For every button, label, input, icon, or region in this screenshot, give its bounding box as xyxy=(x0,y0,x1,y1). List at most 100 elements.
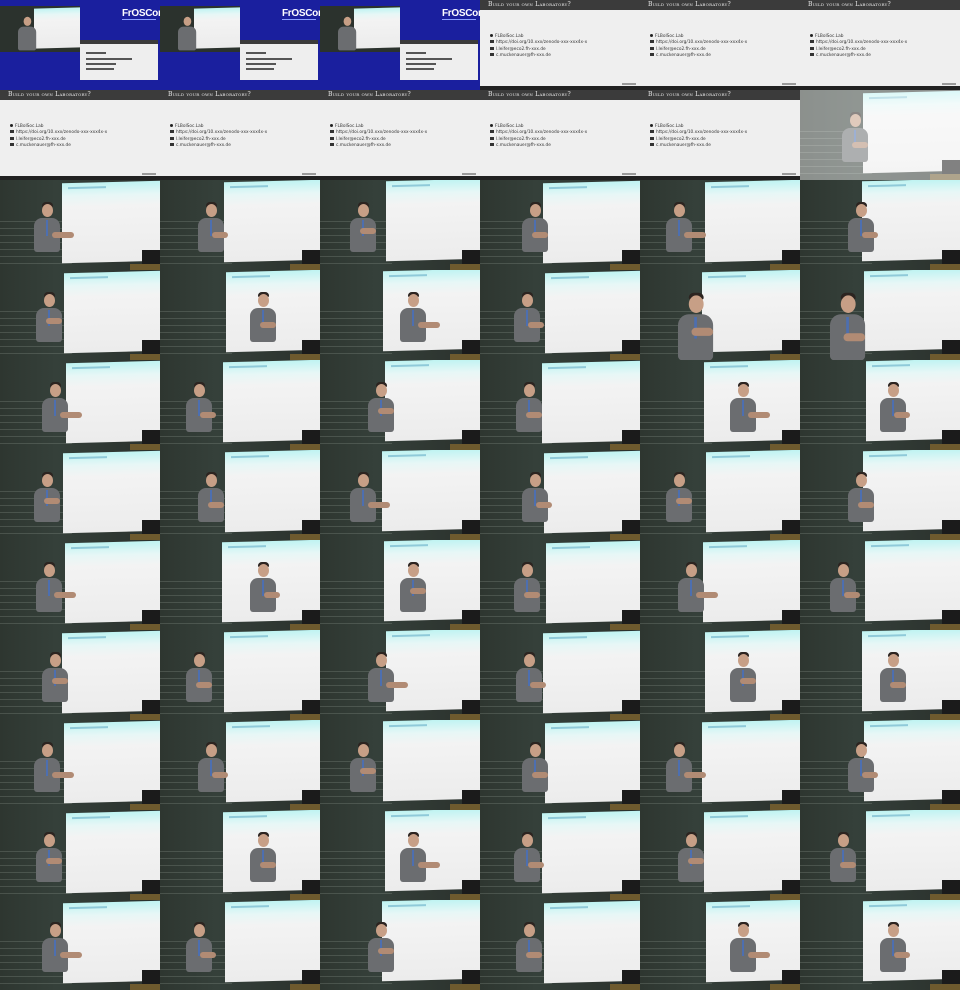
screen-url-text xyxy=(230,635,268,639)
speaker-head xyxy=(42,204,53,217)
speaker-lanyard xyxy=(46,760,48,776)
slide-bullet-item: c.muckenauer@fh-xxx.de xyxy=(490,52,587,59)
link-icon xyxy=(650,136,654,140)
chalkboard xyxy=(160,846,232,900)
conference-logo: FrOSCon xyxy=(442,8,480,20)
link-icon xyxy=(330,142,334,146)
speaker-arm xyxy=(260,862,276,868)
slide-page-number xyxy=(782,83,796,85)
speaker-arm xyxy=(862,232,878,238)
slide-title-bar: Build your own Laboratory? xyxy=(640,0,800,10)
screen-url-text xyxy=(70,726,108,730)
speaker-lanyard xyxy=(412,310,414,326)
video-thumbnail xyxy=(480,360,640,450)
screen-url-text xyxy=(868,184,906,188)
video-thumbnail xyxy=(0,900,160,990)
slide-preview-line xyxy=(86,63,116,65)
speaker-arm xyxy=(536,502,552,508)
speaker-head xyxy=(838,564,849,577)
speaker-lanyard xyxy=(412,850,414,866)
screen-url-text xyxy=(872,814,910,818)
slide-preview-line xyxy=(86,58,132,60)
chalkboard xyxy=(800,936,872,990)
video-thumbnail xyxy=(160,900,320,990)
presentation-slide: Build your own Laboratory? FLBolSoc.Lab ht… xyxy=(480,90,640,176)
speaker-arm xyxy=(46,318,62,324)
speaker-head xyxy=(44,294,55,307)
speaker-head xyxy=(738,924,749,937)
video-thumbnail xyxy=(0,810,160,900)
speaker-head xyxy=(408,294,419,307)
video-thumbnail xyxy=(640,360,800,450)
video-thumbnail xyxy=(800,720,960,810)
slide-preview-line xyxy=(246,52,266,54)
presentation-slide: Build your own Laboratory? FLBolSoc.Lab ht… xyxy=(640,90,800,176)
speaker-head xyxy=(522,834,533,847)
video-thumbnail xyxy=(160,270,320,360)
conference-logo-underline xyxy=(122,19,156,20)
video-thumbnail xyxy=(640,180,800,270)
speaker-head xyxy=(194,654,205,667)
speaker-head xyxy=(888,924,899,937)
screen-url-text xyxy=(68,636,106,640)
slide-title: Build your own Laboratory? xyxy=(8,91,91,98)
presentation-slide: Build your own Laboratory? FLBolSoc.Lab ht… xyxy=(640,0,800,86)
chalkboard xyxy=(160,306,232,360)
speaker-arm xyxy=(52,232,74,238)
desk-edge xyxy=(130,984,160,990)
video-thumbnail xyxy=(320,360,480,450)
speaker-arm xyxy=(260,322,276,328)
screen-url-text xyxy=(548,366,586,370)
video-thumbnail xyxy=(160,630,320,720)
slide-bullet-list: FLBolSoc.Lab https://doi.org/10.xxx/zenod… xyxy=(330,124,427,149)
screen-url-text xyxy=(392,634,430,638)
slide-bullet-text: l.leifer@eco2.fh-xxx.de xyxy=(496,136,546,142)
speaker-head xyxy=(408,564,419,577)
link-icon xyxy=(490,142,494,146)
slide-bullet-text: l.leifer@eco2.fh-xxx.de xyxy=(496,46,546,52)
speaker-lanyard xyxy=(46,220,48,236)
slide-bullet-list: FLBolSoc.Lab https://doi.org/10.xxx/zenod… xyxy=(490,124,587,149)
speaker-arm xyxy=(264,592,280,598)
bullet-dot xyxy=(170,124,173,127)
screen-url-text xyxy=(712,905,750,909)
screen-url-text xyxy=(712,455,750,459)
video-thumbnail xyxy=(160,720,320,810)
slide-title-bar: Build your own Laboratory? xyxy=(800,0,960,10)
screen-url-text xyxy=(870,724,908,728)
speaker-head xyxy=(376,654,387,667)
slide-bullet-text: https://doi.org/10.xxx/zenodo-xxx-xxx4x-… xyxy=(816,40,908,46)
speaker-head xyxy=(44,834,55,847)
slide-bullet-item: c.muckenauer@fh-xxx.de xyxy=(170,142,267,149)
conference-logo-text: FrOSCon xyxy=(282,8,320,19)
slide-bullet-item: c.muckenauer@fh-xxx.de xyxy=(810,52,907,59)
screen-url-text xyxy=(549,636,587,640)
screen-url-text xyxy=(232,725,270,729)
chalkboard xyxy=(320,846,392,900)
presentation-slide: Build your own Laboratory? FLBolSoc.Lab ht… xyxy=(800,0,960,86)
speaker-arm xyxy=(368,502,390,508)
slide-bullet-text: FLBolSoc.Lab xyxy=(495,34,524,39)
video-thumbnail xyxy=(800,630,960,720)
speaker-head xyxy=(738,654,749,667)
video-thumbnail xyxy=(320,630,480,720)
screen-url-text xyxy=(711,635,749,639)
video-thumbnail xyxy=(800,900,960,990)
speaker-arm xyxy=(52,678,68,684)
speaker-arm xyxy=(532,232,548,238)
conference-logo-underline xyxy=(442,19,476,20)
presentation-slide: Build your own Laboratory? FLBolSoc.Lab ht… xyxy=(0,90,160,176)
slide-bullet-text: c.muckenauer@fh-xxx.de xyxy=(336,142,391,148)
speaker-arm xyxy=(46,858,62,864)
slide-preview-line xyxy=(246,68,274,70)
speaker-arm xyxy=(532,772,548,778)
slide-title: Build your own Laboratory? xyxy=(328,91,411,98)
screen-url-text xyxy=(550,456,588,460)
slide-bullet-list: FLBolSoc.Lab https://doi.org/10.xxx/zenod… xyxy=(650,124,747,149)
slide-bullet-text: c.muckenauer@fh-xxx.de xyxy=(16,142,71,148)
screen-url-text xyxy=(388,454,426,458)
slide-preview-bar xyxy=(80,40,158,44)
screen-url-text xyxy=(230,185,268,189)
speaker-head xyxy=(888,384,899,397)
video-thumbnail xyxy=(640,630,800,720)
